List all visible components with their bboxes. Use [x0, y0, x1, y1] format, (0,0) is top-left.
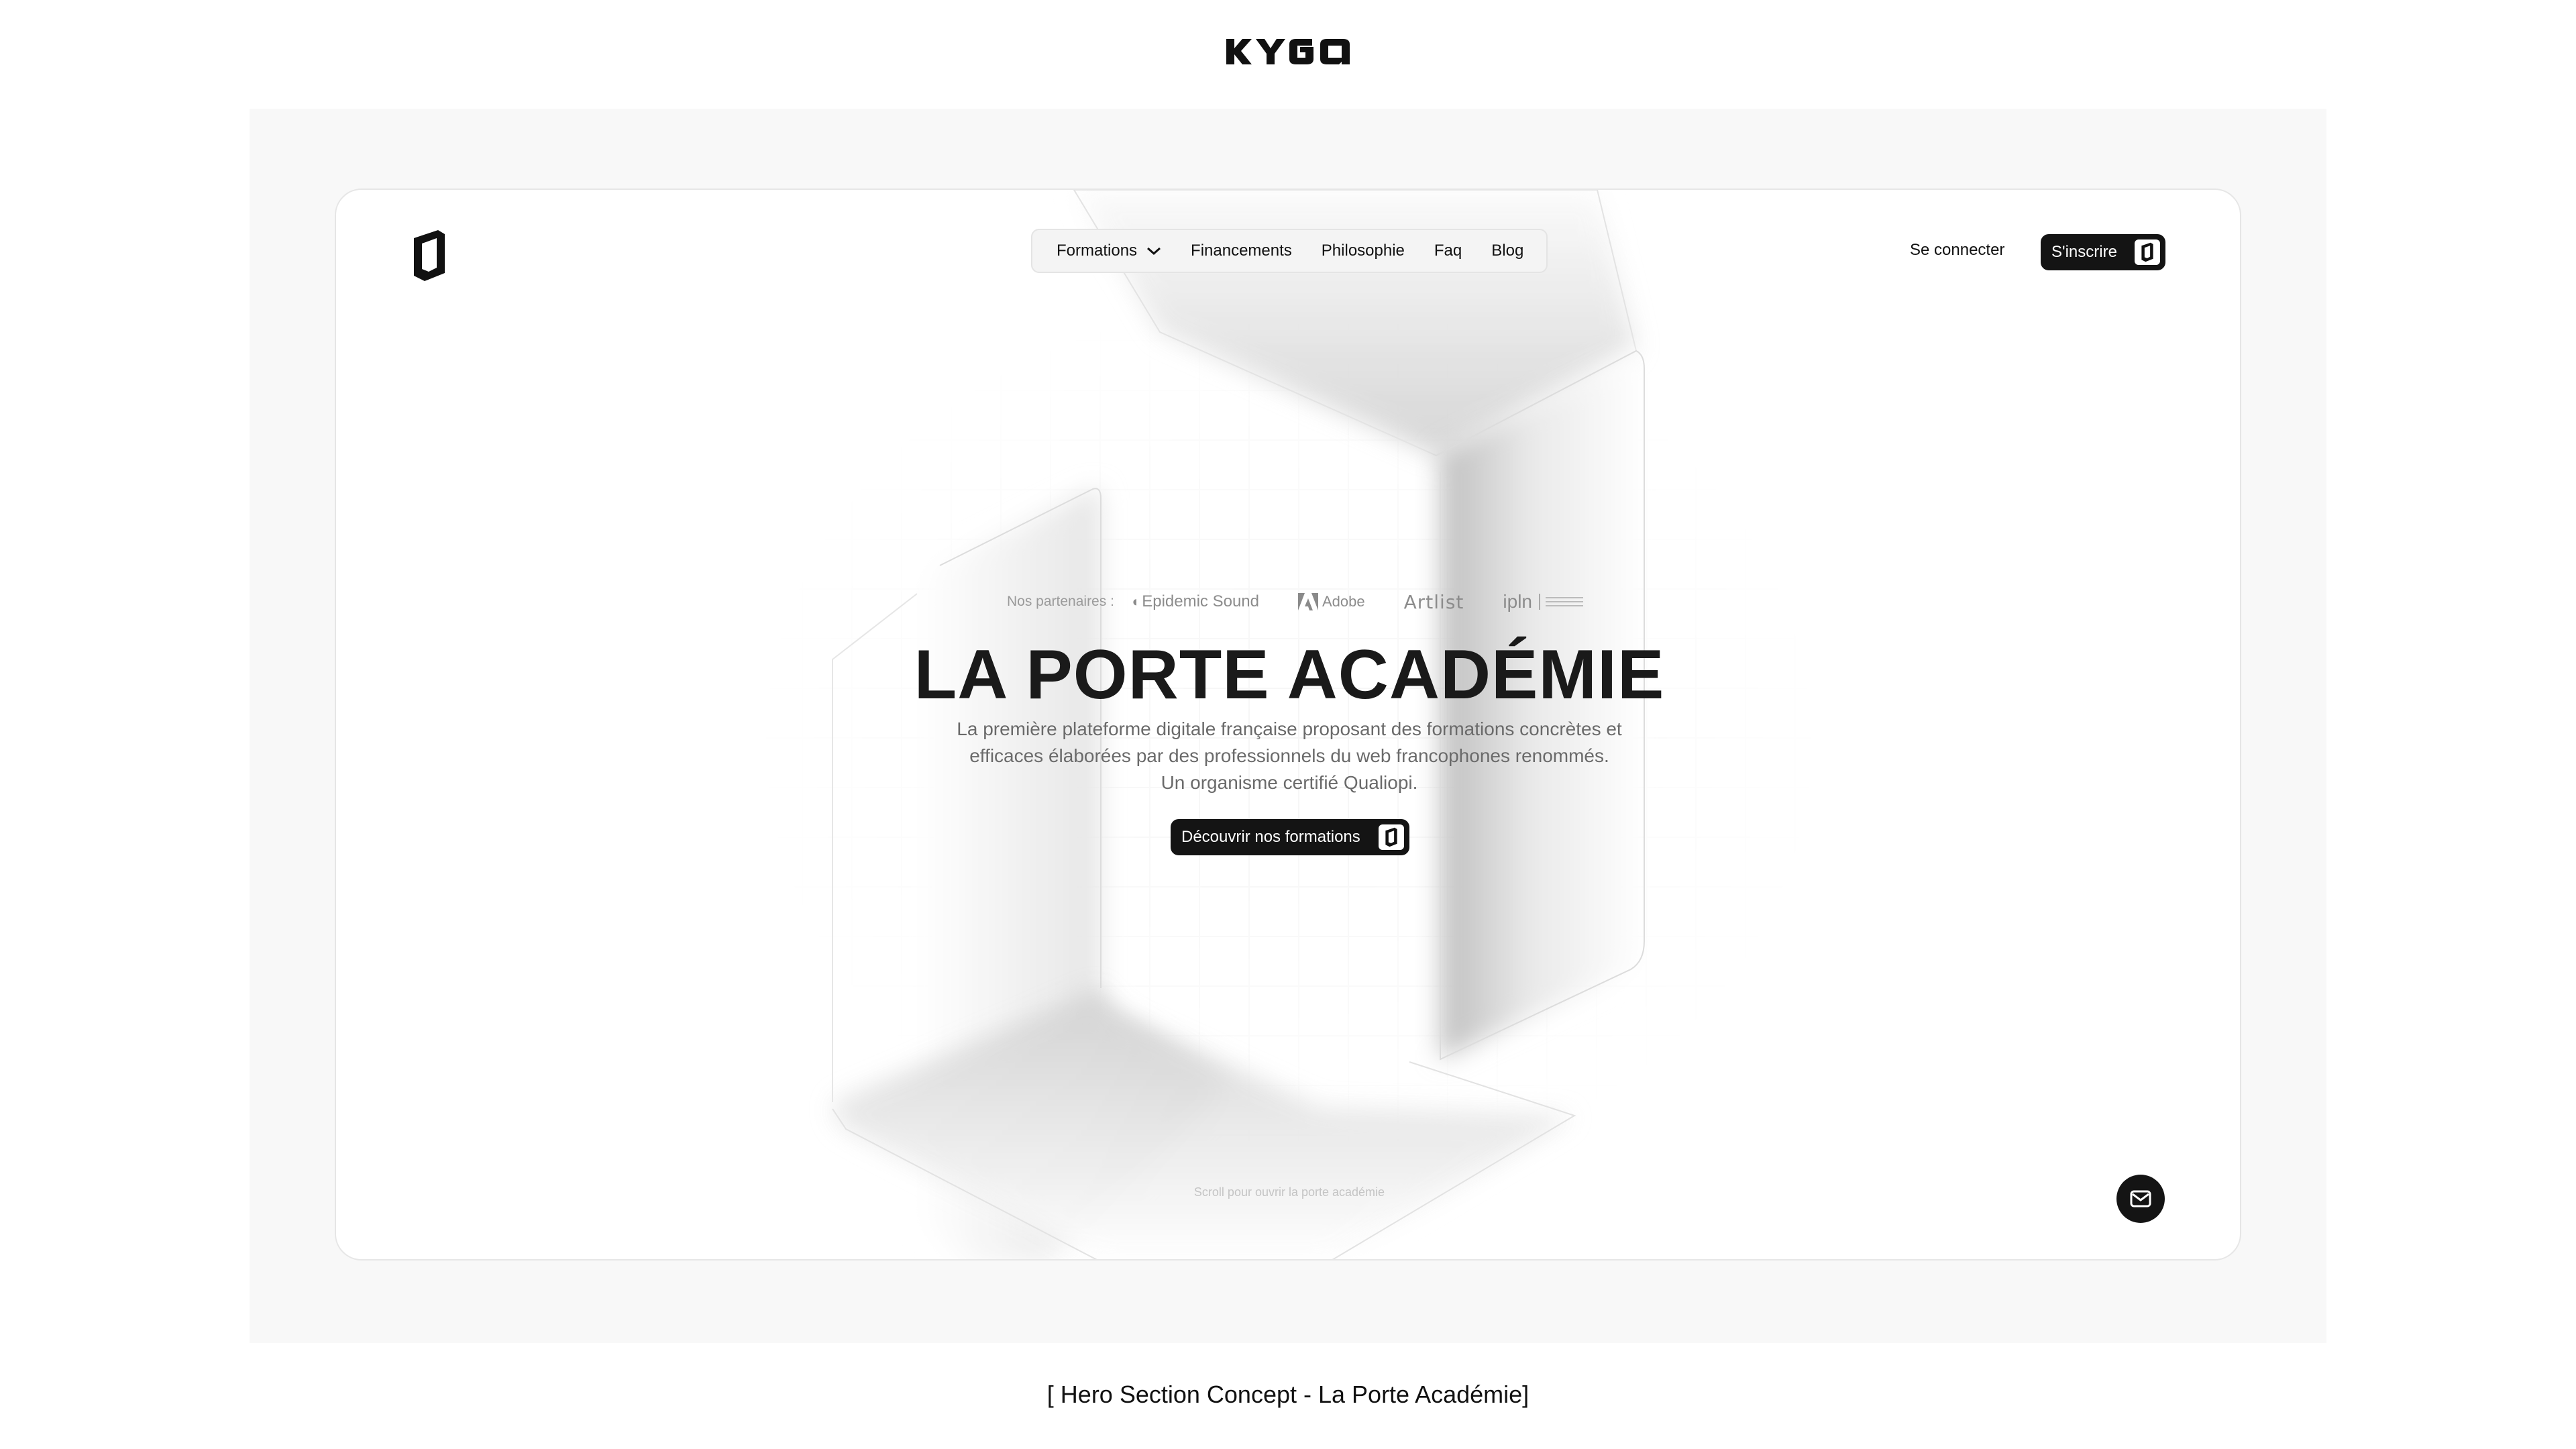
- partner-name: Adobe: [1322, 593, 1365, 610]
- nav-item-financements[interactable]: Financements: [1191, 241, 1292, 260]
- partner-artlist: Artlist: [1404, 591, 1464, 613]
- hero-subtitle-line: Un organisme certifié Qualiopi.: [1161, 772, 1418, 793]
- partner-name: ipln: [1503, 591, 1532, 612]
- partner-adobe: Adobe: [1298, 593, 1365, 610]
- nav-item-label: Financements: [1191, 241, 1292, 260]
- scroll-hint: Scroll pour ouvrir la porte académie: [1193, 1185, 1385, 1199]
- nav-item-label: Faq: [1434, 241, 1462, 260]
- porte-logo-icon: [2135, 239, 2160, 265]
- porte-logo-icon[interactable]: [411, 229, 447, 282]
- nav-item-formations[interactable]: Formations: [1057, 241, 1161, 260]
- mail-icon: [2130, 1190, 2151, 1208]
- figure-caption: [ Hero Section Concept - La Porte Académ…: [1046, 1381, 1529, 1408]
- nav-item-label: Formations: [1057, 241, 1138, 260]
- cta-label: Découvrir nos formations: [1181, 828, 1360, 846]
- hero-subtitle-line: efficaces élaborées par des professionne…: [969, 745, 1609, 766]
- hero-title: LA PORTE ACADÉMIE: [914, 636, 1665, 714]
- nav-item-label: Philosophie: [1321, 241, 1405, 260]
- hero-subtitle-line: La première plateforme digitale français…: [957, 718, 1622, 739]
- nav-item-faq[interactable]: Faq: [1434, 241, 1462, 260]
- partner-ipln: ipln: [1503, 591, 1583, 612]
- partners-row: Nos partenaires : ◖ Epidemic Sound Adobe…: [1007, 588, 1611, 615]
- partners-label: Nos partenaires :: [1007, 594, 1114, 609]
- nav-item-philosophie[interactable]: Philosophie: [1322, 241, 1405, 260]
- discover-formations-button[interactable]: Découvrir nos formations: [1171, 819, 1409, 855]
- nav-item-blog[interactable]: Blog: [1491, 241, 1523, 260]
- chevron-down-icon: [1147, 247, 1161, 256]
- partner-epidemic-sound: ◖ Epidemic Sound: [1130, 592, 1259, 611]
- hero-card: Formations Financements Philosophie Faq …: [335, 189, 2241, 1260]
- adobe-logo-icon: [1298, 593, 1318, 610]
- hero-subtitle: La première plateforme digitale français…: [954, 716, 1625, 796]
- main-nav: Formations Financements Philosophie Faq …: [1031, 229, 1548, 273]
- brand-wordmark-logo: [1226, 39, 1350, 64]
- signup-label: S'inscrire: [2051, 243, 2117, 261]
- login-link[interactable]: Se connecter: [1910, 241, 2004, 260]
- partner-name: Epidemic Sound: [1142, 592, 1259, 610]
- nav-item-label: Blog: [1491, 241, 1524, 260]
- signup-button[interactable]: S'inscrire: [2041, 234, 2165, 270]
- porte-logo-icon: [1379, 824, 1404, 850]
- partner-name: Artlist: [1403, 590, 1464, 613]
- ipln-tagline-graphic: [1546, 597, 1583, 606]
- epidemic-sound-logo: ◖: [1130, 593, 1140, 610]
- ipln-tagline-graphic: [1539, 594, 1540, 610]
- contact-mail-button[interactable]: [2116, 1175, 2165, 1223]
